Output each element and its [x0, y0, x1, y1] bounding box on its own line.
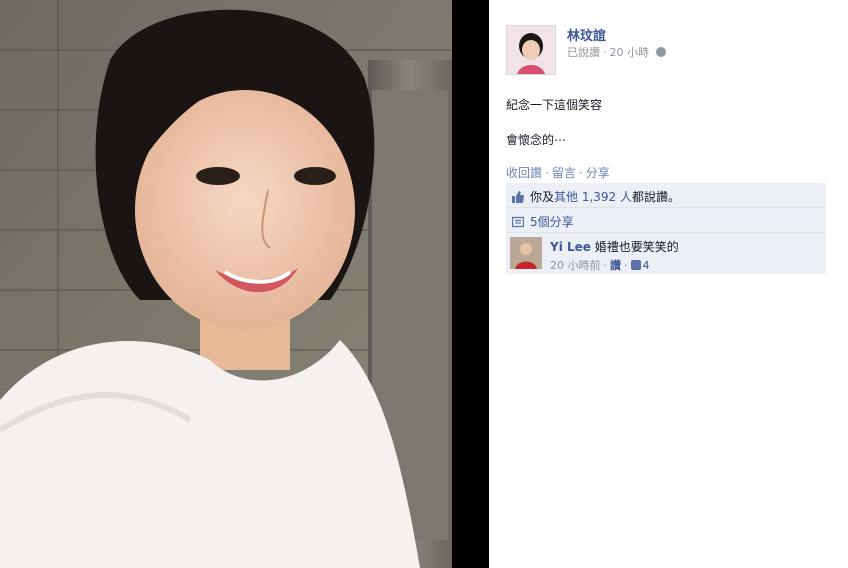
globe-icon[interactable] — [655, 47, 666, 57]
post-text-line-2: 會懷念的⋯ — [506, 133, 567, 147]
shares-link[interactable]: 5個分享 — [530, 215, 574, 229]
post-detail-panel: 林玟誼 已說讚 · 20 小時 紀念一下這個笑容 會懷念的⋯ 收回讚 · 留言 · 分享 你… — [489, 0, 848, 568]
post-time[interactable]: 20 小時 — [610, 46, 650, 59]
comment-text: 婚禮也要笑笑的 — [594, 240, 679, 254]
likes-others-link[interactable]: 其他 1,392 人 — [554, 190, 632, 204]
actions-dot: · — [578, 166, 583, 180]
post-actions: 收回讚 · 留言 · 分享 — [506, 164, 610, 181]
actions-dot: · — [545, 166, 549, 180]
comment-time[interactable]: 20 小時前 — [550, 259, 601, 272]
comment-meta-dot: · — [603, 259, 608, 272]
comment-meta-dot: · — [624, 259, 628, 272]
likes-row: 你及其他 1,392 人都說讚。 — [506, 183, 826, 207]
post-text-line-1: 紀念一下這個笑容 — [506, 98, 603, 112]
comment-like-count[interactable]: 4 — [643, 259, 650, 272]
like-small-icon — [630, 260, 641, 270]
thumbs-up-icon — [512, 191, 524, 203]
comment-link[interactable]: 留言 — [552, 166, 576, 180]
likes-suffix: 都說讚。 — [632, 190, 681, 204]
share-icon — [512, 216, 524, 228]
commenter-avatar-image — [510, 237, 542, 269]
shares-row: 5個分享 — [506, 208, 826, 232]
commenter-name[interactable]: Yi Lee — [550, 240, 591, 254]
post-meta: 已說讚 · 20 小時 — [567, 44, 666, 60]
meta-dot: · — [603, 46, 607, 59]
shares-text: 5個分享 — [506, 213, 826, 230]
photo-viewer[interactable] — [0, 0, 489, 568]
likes-text: 你及其他 1,392 人都說讚。 — [506, 188, 826, 205]
comment-body: Yi Lee 婚禮也要笑笑的 — [550, 238, 820, 255]
comment-meta: 20 小時前 · 讚 · 4 — [550, 257, 820, 273]
comment-item: Yi Lee 婚禮也要笑笑的 20 小時前 · 讚 · 4 — [506, 233, 826, 274]
comment-like-link[interactable]: 讚 — [610, 259, 621, 272]
share-link[interactable]: 分享 — [586, 166, 610, 180]
unlike-link[interactable]: 收回讚 — [506, 166, 542, 180]
commenter-avatar[interactable] — [510, 237, 542, 269]
author-avatar-image — [507, 26, 555, 74]
author-avatar[interactable] — [506, 25, 556, 75]
liked-status[interactable]: 已說讚 — [567, 46, 600, 59]
likes-prefix: 你及 — [530, 190, 555, 204]
author-name[interactable]: 林玟誼 — [567, 25, 606, 44]
selfie-photo — [0, 0, 489, 568]
